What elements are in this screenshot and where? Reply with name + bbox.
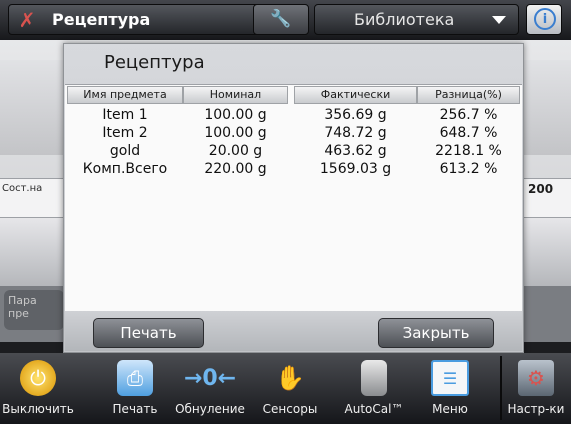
table-row[interactable]: Item 1 100.00 g 356.69 g 256.7 % xyxy=(65,106,522,124)
column-header: Разница(%) xyxy=(417,86,520,104)
settings-button[interactable]: ⚙ Настр-ки xyxy=(504,356,568,420)
nominal-value: 220.00 g xyxy=(204,161,267,177)
dialog-title: Рецептура xyxy=(104,52,205,73)
application-icon: ✗ xyxy=(18,7,36,32)
table-row[interactable]: Item 2 100.00 g 748.72 g 648.7 % xyxy=(65,124,522,142)
zero-icon: →0← xyxy=(183,365,237,391)
power-off-button[interactable]: ⏻ Выключить xyxy=(0,356,76,420)
nominal-value: 100.00 g xyxy=(204,125,267,141)
calibration-weight-icon xyxy=(361,360,387,396)
power-icon: ⏻ xyxy=(20,360,56,396)
mode-title: Рецептура xyxy=(52,10,151,29)
toolbar-divider xyxy=(500,356,502,420)
difference-value: 613.2 % xyxy=(439,161,498,177)
status-value: 200 xyxy=(528,182,554,196)
close-button[interactable]: Закрыть xyxy=(378,318,494,348)
sensors-button[interactable]: ✋ Сенсоры xyxy=(255,356,325,420)
column-header: Имя предмета xyxy=(67,86,183,104)
toolbar-label: Сенсоры xyxy=(262,402,318,416)
column-header: Фактически xyxy=(294,86,417,104)
difference-value: 256.7 % xyxy=(439,107,498,123)
nominal-value: 20.00 g xyxy=(208,143,263,159)
item-name: Item 2 xyxy=(102,125,148,141)
actual-value: 1569.03 g xyxy=(319,161,392,177)
item-name: Комп.Всего xyxy=(82,161,168,177)
toolbar-label: Настр-ки xyxy=(507,402,565,416)
item-name: gold xyxy=(109,143,141,159)
toolbar-label: Обнуление xyxy=(175,402,245,416)
print-button[interactable]: Печать xyxy=(93,318,204,348)
menu-list-icon: ☰ xyxy=(431,360,469,396)
printer-icon: ⎙ xyxy=(117,360,153,396)
item-name: Item 1 xyxy=(102,107,148,123)
actual-value: 356.69 g xyxy=(324,107,387,123)
column-header: Номинал xyxy=(183,86,288,104)
status-label: Сост.на xyxy=(2,183,43,194)
library-title: Библиотека xyxy=(354,10,455,29)
table-row[interactable]: Комп.Всего 220.00 g 1569.03 g 613.2 % xyxy=(65,160,522,178)
nominal-value: 100.00 g xyxy=(204,107,267,123)
actual-value: 748.72 g xyxy=(324,125,387,141)
toolbar-label: Меню xyxy=(432,402,468,416)
parameters-button[interactable]: Пара пре xyxy=(4,290,64,330)
menu-button[interactable]: ☰ Меню xyxy=(420,356,480,420)
zero-button[interactable]: →0← Обнуление xyxy=(172,356,248,420)
settings-icon: ⚙ xyxy=(518,360,554,396)
wrench-icon: 🔧 xyxy=(270,9,292,29)
autocal-button[interactable]: AutoCal™ xyxy=(336,356,412,420)
toolbar-label: AutoCal™ xyxy=(344,402,404,416)
table-header: Имя предмета Номинал Фактически Разница(… xyxy=(65,86,522,105)
chevron-down-icon[interactable] xyxy=(492,16,506,24)
difference-value: 2218.1 % xyxy=(435,143,502,159)
hand-sensor-icon: ✋ xyxy=(275,364,305,392)
toolbar-label: Выключить xyxy=(2,402,74,416)
print-toolbar-button[interactable]: ⎙ Печать xyxy=(104,356,166,420)
difference-value: 648.7 % xyxy=(439,125,498,141)
actual-value: 463.62 g xyxy=(324,143,387,159)
info-icon: i xyxy=(534,8,556,30)
toolbar-label: Печать xyxy=(112,402,158,416)
table-row[interactable]: gold 20.00 g 463.62 g 2218.1 % xyxy=(65,142,522,160)
